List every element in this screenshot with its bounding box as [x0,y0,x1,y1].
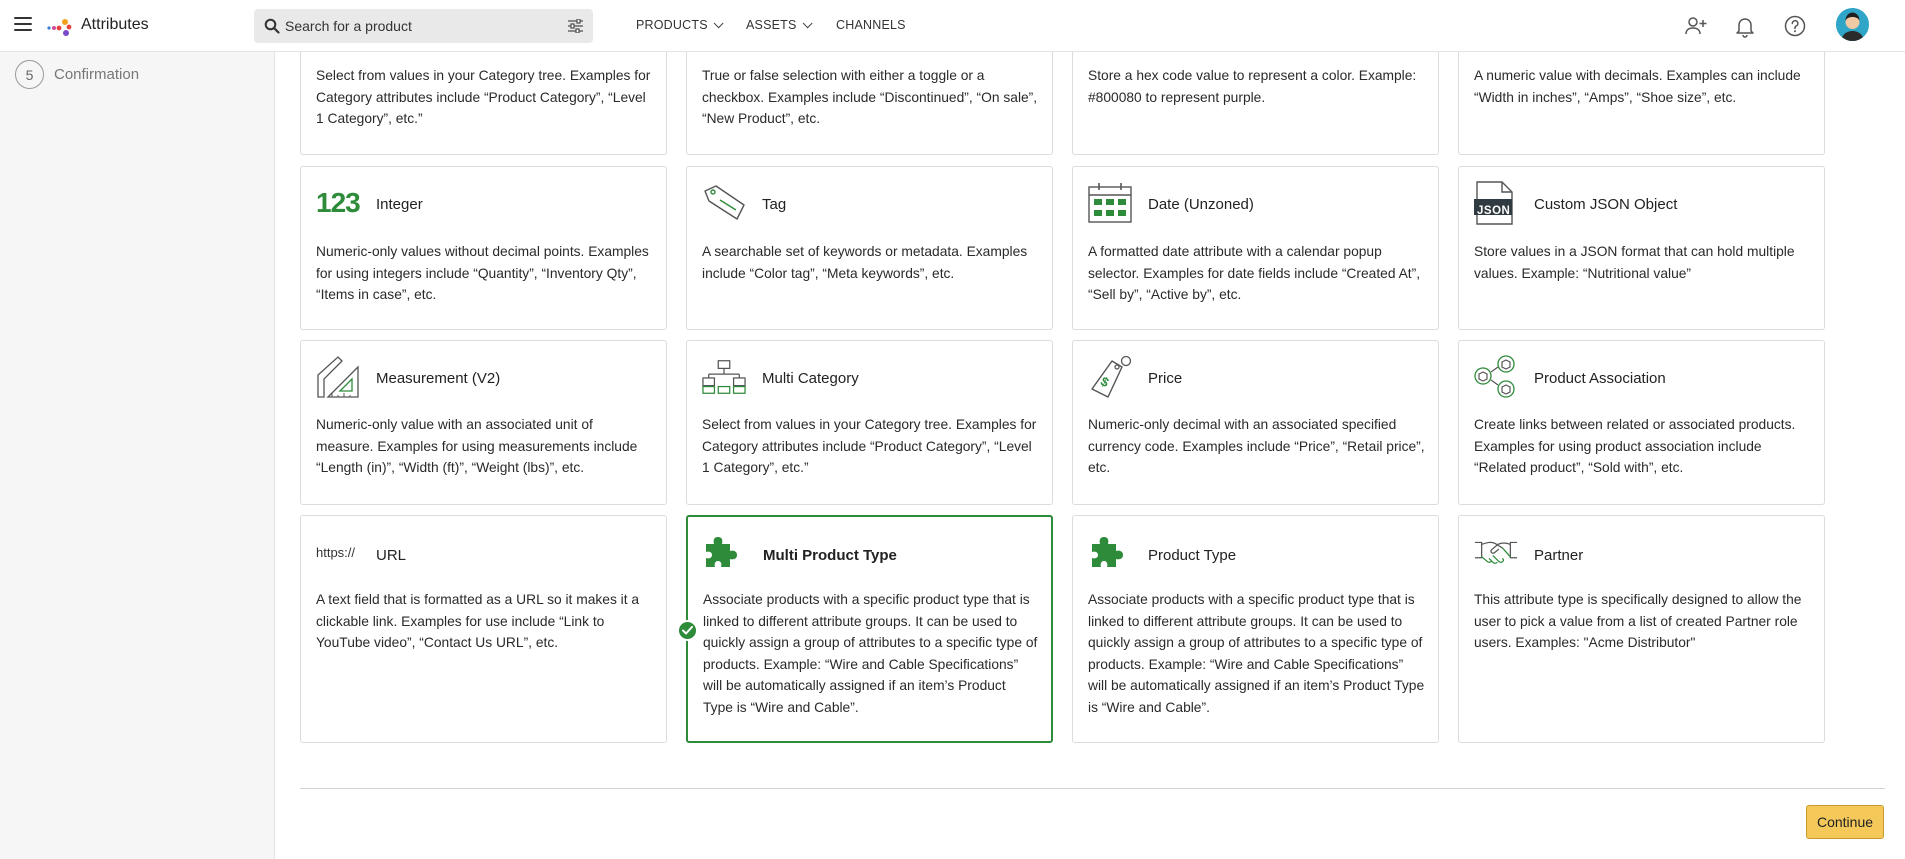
attribute-type-card-measurement[interactable]: Measurement (V2) Numeric-only value with… [300,340,667,505]
handshake-icon [1474,532,1518,572]
product-association-icon [1474,355,1518,398]
attribute-type-card-multi-product-type-selected[interactable]: Multi Product Type Associate products wi… [677,515,1053,743]
card-title: Measurement (V2) [376,370,501,387]
puzzle-piece-icon [702,532,746,572]
card-title: Partner [1534,547,1584,564]
card-description: A text field that is formatted as a URL … [316,592,640,650]
attribute-type-card-price[interactable]: $ Price Numeric-only decimal with an ass… [1072,340,1439,505]
measurement-ruler-icon [316,356,360,398]
nav-channels[interactable]: CHANNELS [836,18,906,32]
hamburger-menu-icon[interactable] [14,17,32,31]
card-description: True or false selection with either a to… [702,68,1038,126]
svg-text:$: $ [1098,373,1112,390]
card-description: A numeric value with decimals. Examples … [1474,68,1801,105]
card-description: Numeric-only value with an associated un… [316,417,638,475]
help-icon[interactable] [1783,14,1807,38]
chevron-down-icon [713,18,724,29]
attribute-type-card-json[interactable]: JSON Custom JSON Object Store values in … [1458,166,1825,330]
attribute-type-card-tag[interactable]: Tag A searchable set of keywords or meta… [686,166,1053,330]
card-title: Multi Category [762,370,859,387]
card-title: URL [376,547,407,564]
bell-icon[interactable] [1733,14,1757,38]
puzzle-piece-icon [1088,532,1132,572]
footer-divider [300,788,1885,789]
card-description: Create links between related or associat… [1474,417,1796,475]
card-description: Numeric-only decimal with an associated … [1088,417,1425,475]
step-label: Confirmation [54,66,140,83]
card-description: Store values in a JSON format that can h… [1474,244,1795,281]
selected-check-icon [677,620,698,641]
add-user-icon[interactable] [1684,14,1708,38]
card-title: Product Type [1148,547,1237,564]
card-description: A searchable set of keywords or metadata… [702,244,1028,281]
card-description: Select from values in your Category tree… [702,417,1037,475]
search-icon [264,18,280,34]
card-description: This attribute type is specifically desi… [1474,592,1802,650]
attribute-type-card-product-association[interactable]: Product Association Create links between… [1458,340,1825,505]
calendar-icon [1088,183,1132,223]
search-placeholder: Search for a product [285,18,412,34]
card-title: Date (Unzoned) [1148,196,1254,213]
app-title: Attributes [81,16,149,33]
card-title: Multi Product Type [763,547,897,564]
tag-icon [702,183,746,223]
price-tag-icon: $ [1088,355,1132,398]
search-input[interactable]: Search for a product [254,9,593,43]
chevron-down-icon [802,18,813,29]
attribute-type-card-product-type[interactable]: Product Type Associate products with a s… [1072,515,1439,743]
card-description: Select from values in your Category tree… [316,68,651,126]
card-description: Store a hex code value to represent a co… [1088,68,1417,105]
nav-products[interactable]: PRODUCTS [636,18,724,32]
filter-sliders-icon[interactable] [568,19,583,33]
attribute-type-card-integer[interactable]: 123 Integer Numeric-only values without … [300,166,667,330]
integer-123-icon: 123 [316,187,361,218]
card-title: Integer [376,196,423,213]
attribute-type-card-date[interactable]: Date (Unzoned) A formatted date attribut… [1072,166,1439,330]
url-icon: https:// [316,544,356,560]
card-description: Associate products with a specific produ… [1088,592,1425,715]
card-title: Custom JSON Object [1534,196,1678,213]
user-avatar[interactable] [1836,8,1869,41]
attribute-type-card-partner[interactable]: Partner This attribute type is specifica… [1458,515,1825,743]
card-title: Product Association [1534,370,1666,387]
step-number: 5 [15,60,44,89]
app-logo[interactable] [46,14,74,38]
top-bar: Attributes Search for a product PRODUCTS… [0,0,1905,52]
json-file-icon: JSON [1474,181,1518,225]
continue-button[interactable]: Continue [1806,805,1884,839]
card-description: Associate products with a specific produ… [703,592,1038,715]
attribute-type-card-multi-category[interactable]: Multi Category Select from values in you… [686,340,1053,505]
attribute-type-card-url[interactable]: https:// URL A text field that is format… [300,515,667,743]
nav-assets[interactable]: ASSETS [746,18,813,32]
wizard-sidebar: 5 Confirmation [0,52,275,859]
card-title: Tag [762,196,787,213]
hierarchy-tree-icon [702,357,746,397]
card-description: A formatted date attribute with a calend… [1088,244,1421,302]
card-title: Price [1148,370,1183,387]
wizard-step-confirmation[interactable]: 5 Confirmation [15,60,139,89]
card-description: Numeric-only values without decimal poin… [316,244,649,302]
